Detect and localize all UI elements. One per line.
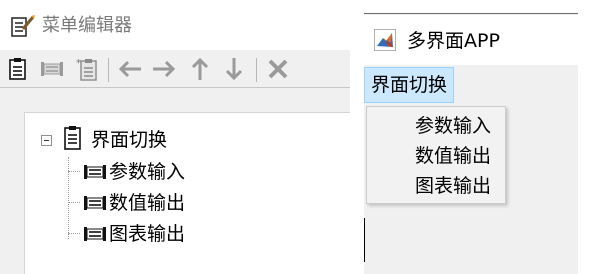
tree-root-label[interactable]: 界面切换: [91, 127, 167, 153]
matlab-logo-icon: [374, 29, 396, 51]
svg-text:*: *: [76, 58, 81, 69]
dropdown-item-parameter-input[interactable]: 参数输入: [367, 111, 505, 141]
new-menu-button[interactable]: [4, 54, 32, 84]
tree-connector: [68, 202, 80, 203]
app-menubar: 界面切换: [364, 65, 578, 105]
menu-editor-window: 菜单编辑器 * 界面切换 参数输入 数值输出 图表输出: [0, 0, 350, 274]
move-right-button[interactable]: [150, 54, 178, 84]
menu-editor-app-icon: [10, 14, 36, 38]
tree-item-label[interactable]: 图表输出: [109, 221, 185, 247]
new-menu-item-icon: [39, 57, 65, 81]
new-context-menu-icon: *: [75, 56, 101, 82]
menu-item-icon: [83, 161, 107, 187]
new-context-menu-button[interactable]: *: [74, 54, 102, 84]
dropdown-item-chart-output[interactable]: 图表输出: [367, 171, 505, 201]
app-titlebar: 多界面APP: [364, 15, 578, 65]
tree-connector: [68, 171, 80, 172]
menu-interface-switch[interactable]: 界面切换: [364, 67, 455, 103]
toolbar-separator: [108, 58, 109, 82]
delete-button[interactable]: [264, 54, 292, 84]
move-down-button[interactable]: [220, 54, 248, 84]
window-top-edge: [364, 0, 578, 14]
arrow-down-icon: [225, 56, 243, 82]
delete-x-icon: [266, 57, 290, 81]
tree-item-label[interactable]: 数值输出: [109, 190, 185, 216]
new-menu-icon: [7, 57, 29, 81]
menu-editor-titlebar: 菜单编辑器: [0, 0, 350, 50]
dropdown-item-numeric-output[interactable]: 数值输出: [367, 141, 505, 171]
tree-item-label[interactable]: 参数输入: [109, 159, 185, 185]
menu-tree-panel: 界面切换 参数输入 数值输出 图表输出: [24, 112, 350, 274]
menu-icon: [62, 124, 84, 156]
move-left-button[interactable]: [116, 54, 144, 84]
arrow-left-icon: [117, 59, 143, 79]
new-menu-item-button[interactable]: [38, 54, 66, 84]
menu-item-icon: [83, 223, 107, 249]
app-window: 多界面APP 界面切换 参数输入 数值输出 图表输出: [364, 0, 578, 274]
menu-editor-toolbar: *: [0, 50, 350, 88]
toolbar-separator: [256, 58, 257, 82]
text-cursor: [364, 218, 365, 262]
collapse-toggle[interactable]: [41, 135, 52, 146]
menu-editor-title: 菜单编辑器: [42, 15, 132, 36]
arrow-right-icon: [151, 59, 177, 79]
menu-item-icon: [83, 192, 107, 218]
tree-connector: [68, 157, 69, 239]
tree-connector: [68, 233, 80, 234]
arrow-up-icon: [191, 56, 209, 82]
app-title: 多界面APP: [407, 30, 500, 52]
move-up-button[interactable]: [186, 54, 214, 84]
menu-dropdown: 参数输入 数值输出 图表输出: [366, 106, 506, 204]
